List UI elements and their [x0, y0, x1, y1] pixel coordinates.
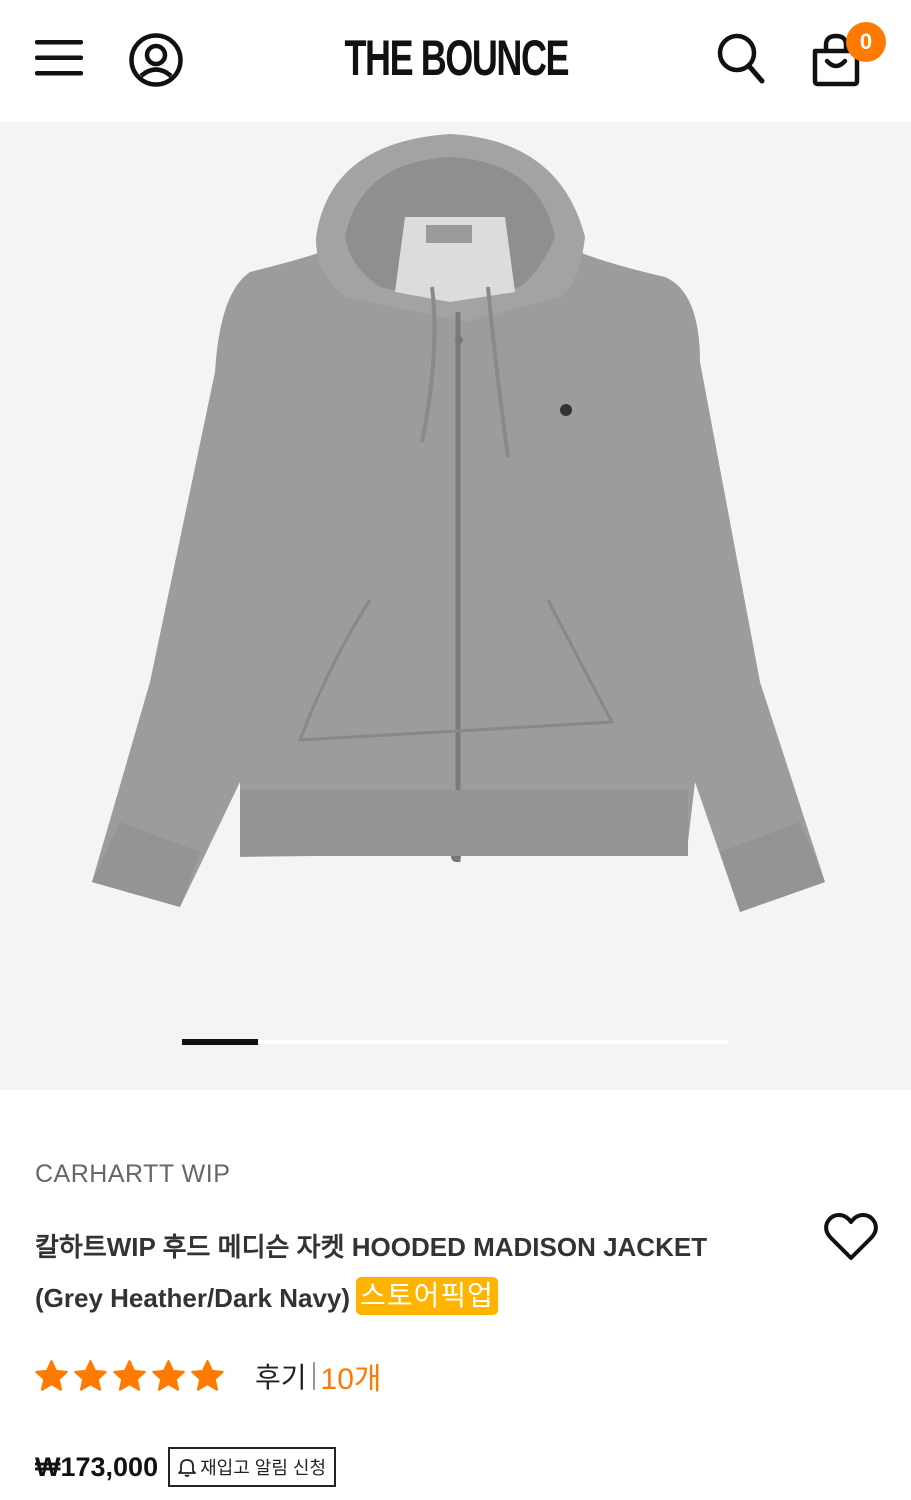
product-title-line2-wrap: (Grey Heather/Dark Navy) 스토어픽업 [35, 1273, 795, 1324]
store-pickup-badge: 스토어픽업 [356, 1277, 498, 1315]
slide-progress-track [182, 1040, 728, 1044]
top-header: THE BOUNCE 0 [0, 0, 911, 122]
star-icon [74, 1359, 107, 1391]
product-price: ₩173,000 [35, 1451, 159, 1482]
star-icon [152, 1359, 185, 1391]
product-brand[interactable]: CARHARTT WIP [35, 1160, 230, 1189]
site-logo[interactable]: THE BOUNCE [344, 30, 569, 86]
menu-button[interactable] [30, 30, 88, 86]
star-icon [35, 1359, 68, 1391]
rating-row[interactable]: 후기 10개 [34, 1354, 382, 1398]
user-icon [129, 33, 183, 87]
logo-text: THE BOUNCE [344, 30, 569, 86]
review-divider [312, 1362, 315, 1390]
star-rating [34, 1359, 225, 1394]
product-image[interactable] [0, 122, 911, 1090]
bell-icon [178, 1459, 196, 1477]
wishlist-button[interactable] [822, 1208, 880, 1266]
slide-progress-indicator [182, 1039, 259, 1045]
restock-alert-button[interactable]: 재입고 알림 신청 [168, 1447, 337, 1487]
product-title: 칼하트WIP 후드 메디슨 자켓 HOODED MADISON JACKET (… [35, 1222, 795, 1324]
search-button[interactable] [712, 28, 770, 88]
account-button[interactable] [126, 30, 186, 90]
restock-alert-label: 재입고 알림 신청 [200, 1458, 327, 1478]
heart-icon [824, 1213, 878, 1260]
product-title-line2: (Grey Heather/Dark Navy) [35, 1283, 351, 1313]
star-icon [113, 1359, 146, 1391]
product-image-gallery[interactable] [0, 122, 911, 1090]
menu-icon [35, 40, 83, 76]
product-title-line1: 칼하트WIP 후드 메디슨 자켓 HOODED MADISON JACKET [35, 1232, 708, 1262]
review-count-link[interactable]: 10개 [321, 1354, 382, 1398]
search-icon [717, 33, 765, 84]
price-row: ₩173,000 재입고 알림 신청 [35, 1446, 337, 1488]
cart-count-badge: 0 [846, 22, 886, 62]
review-label: 후기 [255, 1362, 307, 1393]
star-icon [191, 1359, 224, 1391]
